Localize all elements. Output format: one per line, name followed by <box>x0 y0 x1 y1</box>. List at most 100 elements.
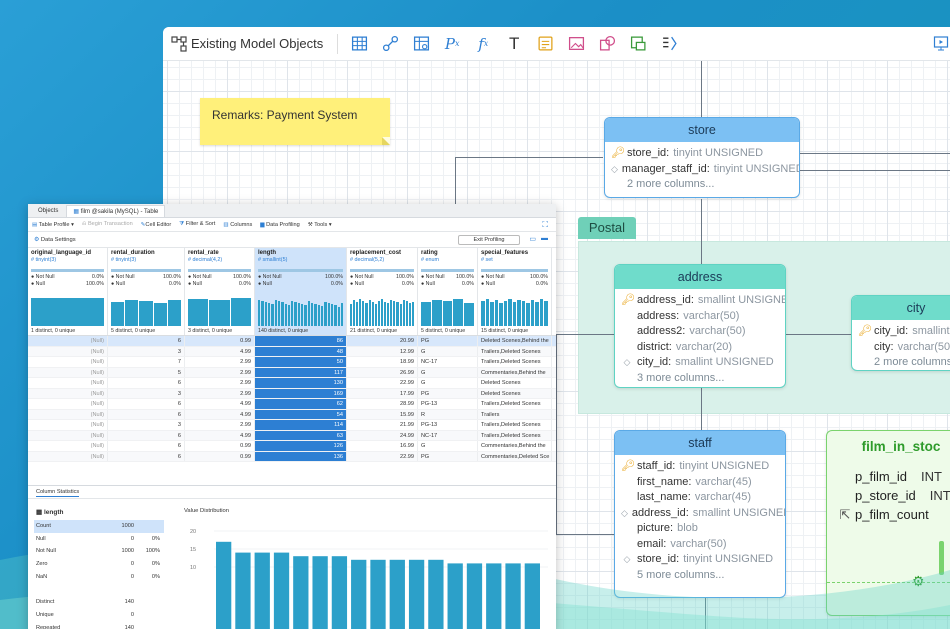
stat-row[interactable]: Distinct 140 <box>34 596 164 609</box>
table-cell[interactable]: 4.99 <box>185 409 255 419</box>
table-row[interactable]: (Null) 6 4.99 63 24.99 NC-17 Trailers,Deleted … <box>28 430 556 441</box>
table-cell[interactable]: 2.99 <box>185 378 255 388</box>
table-row[interactable]: (Null) 5 2.99 117 26.99 G Commentaries,Behind … <box>28 367 556 378</box>
tab-objects[interactable]: Objects <box>32 205 64 217</box>
group-label-postal[interactable]: Postal <box>578 217 636 239</box>
table-cell[interactable]: 0.99 <box>185 336 255 346</box>
table-row[interactable]: (Null) 6 2.99 130 22.99 G Deleted Scenes <box>28 378 556 389</box>
view-icon[interactable] <box>412 35 430 53</box>
table-cell[interactable]: 3 <box>108 420 185 430</box>
table-cell[interactable]: 117 <box>255 367 347 377</box>
entity-field[interactable]: district: varchar(20) <box>621 340 779 356</box>
entity-field[interactable]: email: varchar(50) <box>621 537 779 553</box>
expand-icon[interactable]: ⛶ <box>542 220 548 230</box>
stat-row[interactable]: Null 0 0% <box>34 533 164 546</box>
table-cell[interactable]: 50 <box>255 357 347 367</box>
entity-field[interactable]: ◇ address_id: smallint UNSIGNED <box>621 506 785 522</box>
table-cell[interactable]: 6 <box>108 430 185 440</box>
entity-staff[interactable]: staff 🔑︎ staff_id: tinyint UNSIGNED first_n… <box>614 430 786 598</box>
table-cell[interactable]: 24.99 <box>347 430 418 440</box>
column-profile-replacement-cost[interactable]: replacement_cost # decimal(5,2) ● Not Null… <box>347 248 418 335</box>
entity-field[interactable]: first_name: varchar(45) <box>621 475 779 491</box>
table-cell[interactable]: 28.99 <box>347 399 418 409</box>
table-cell[interactable]: (Null) <box>28 336 108 346</box>
table-row[interactable]: (Null) 3 2.99 169 17.99 PG Deleted Scenes <box>28 388 556 399</box>
note-icon[interactable] <box>536 35 554 53</box>
table-cell[interactable]: (Null) <box>28 451 108 461</box>
entity-field[interactable]: ◇ manager_staff_id: tinyint UNSIGNED <box>611 162 799 178</box>
table-cell[interactable]: 0.99 <box>185 441 255 451</box>
table-cell[interactable]: 4.99 <box>185 346 255 356</box>
table-window[interactable]: Objects ▦ film @sakila (MySQL) - Table ▤… <box>28 204 556 629</box>
table-cell[interactable]: (Null) <box>28 357 108 367</box>
column-profile-rental-rate[interactable]: rental_rate # decimal(4,2) ● Not Null 100.0… <box>185 248 255 335</box>
table-row[interactable]: (Null) 3 4.99 48 12.99 G Trailers,Deleted Scen… <box>28 346 556 357</box>
entity-field[interactable]: address2: varchar(50) <box>621 324 779 340</box>
entity-film-in-stock[interactable]: film_in_stoc p_film_id INT p_store_id INT ⇱ p… <box>826 430 950 616</box>
table-cell[interactable]: G <box>418 346 478 356</box>
table-cell[interactable]: 0.99 <box>185 451 255 461</box>
table-cell[interactable]: 126 <box>255 441 347 451</box>
begin-transaction-button[interactable]: ⎌ Begin Transaction <box>82 221 133 228</box>
table-cell[interactable]: 15.99 <box>347 409 418 419</box>
table-cell[interactable]: 136 <box>255 451 347 461</box>
entity-field[interactable]: last_name: varchar(45) <box>621 490 779 506</box>
filter-sort-button[interactable]: ⧩ Filter & Sort <box>179 221 215 228</box>
exit-profiling-button[interactable]: Exit Profiling <box>458 235 520 245</box>
stat-row[interactable]: Count 1000 <box>34 520 164 533</box>
table-row[interactable]: (Null) 7 2.99 50 18.99 NC-17 Trailers,Deleted … <box>28 357 556 368</box>
table-cell[interactable]: 2.99 <box>185 420 255 430</box>
tab-film-table[interactable]: ▦ film @sakila (MySQL) - Table <box>66 205 166 217</box>
table-cell[interactable]: 3 <box>108 388 185 398</box>
stat-row[interactable]: NaN 0 0% <box>34 571 164 584</box>
table-row[interactable]: (Null) 6 4.99 62 28.99 PG-13 Trailers,Deleted … <box>28 399 556 410</box>
table-row[interactable]: (Null) 6 0.99 136 22.99 PG Commentaries,Delete… <box>28 451 556 462</box>
table-cell[interactable]: 2.99 <box>185 357 255 367</box>
data-profiling-button[interactable]: ▆ Data Profiling <box>260 222 299 228</box>
table-cell[interactable]: PG-13 <box>418 399 478 409</box>
table-cell[interactable]: NC-17 <box>418 430 478 440</box>
table-cell[interactable]: PG-13 <box>418 420 478 430</box>
table-cell[interactable]: Trailers <box>478 409 552 419</box>
table-cell[interactable]: 26.99 <box>347 367 418 377</box>
tools-button[interactable]: ⚒ Tools ▾ <box>308 222 332 228</box>
table-cell[interactable]: (Null) <box>28 420 108 430</box>
entity-field[interactable]: ⇱ p_film_count <box>839 505 950 524</box>
table-cell[interactable]: Commentaries,Deleted Sce <box>478 451 552 461</box>
table-cell[interactable]: 130 <box>255 378 347 388</box>
table-cell[interactable]: 48 <box>255 346 347 356</box>
table-cell[interactable]: 6 <box>108 336 185 346</box>
stat-row[interactable]: Unique 0 <box>34 609 164 622</box>
shape-icon[interactable] <box>598 35 616 53</box>
table-cell[interactable]: Trailers,Deleted Scenes <box>478 399 552 409</box>
table-cell[interactable]: 20.99 <box>347 336 418 346</box>
entity-field[interactable]: ◇ city_id: smallint UNSIGNED <box>621 355 779 371</box>
table-row[interactable]: (Null) 6 4.99 54 15.99 R Trailers <box>28 409 556 420</box>
stat-row[interactable]: Not Null 1000 100% <box>34 545 164 558</box>
table-cell[interactable]: 6 <box>108 451 185 461</box>
table-cell[interactable]: Trailers,Deleted Scenes <box>478 357 552 367</box>
scroll-indicator[interactable] <box>939 541 944 575</box>
table-icon[interactable] <box>350 35 368 53</box>
table-cell[interactable]: PG <box>418 451 478 461</box>
table-cell[interactable]: 4.99 <box>185 399 255 409</box>
columns-button[interactable]: ▥ Columns <box>223 222 252 228</box>
table-cell[interactable]: 2.99 <box>185 367 255 377</box>
entity-field[interactable]: p_film_id INT <box>839 467 950 486</box>
entity-address[interactable]: address 🔑︎address_id:smallint UNSIGNEDad… <box>614 264 786 388</box>
layer-icon[interactable] <box>629 35 647 53</box>
table-cell[interactable]: (Null) <box>28 399 108 409</box>
table-cell[interactable]: Commentaries,Behind the <box>478 441 552 451</box>
layout-icon[interactable]: ▭ <box>529 235 536 243</box>
table-cell[interactable]: 3 <box>108 346 185 356</box>
table-cell[interactable]: 5 <box>108 367 185 377</box>
table-cell[interactable]: NC-17 <box>418 357 478 367</box>
table-cell[interactable]: 6 <box>108 399 185 409</box>
table-cell[interactable]: (Null) <box>28 441 108 451</box>
table-cell[interactable]: Deleted Scenes,Behind the <box>478 336 552 346</box>
column-profile-rating[interactable]: rating # enum ● Not Null 100.0% ● Null 0.0% 5 … <box>418 248 478 335</box>
image-icon[interactable] <box>567 35 585 53</box>
table-cell[interactable]: G <box>418 441 478 451</box>
table-cell[interactable]: PG <box>418 336 478 346</box>
entity-field[interactable]: 🔑︎ staff_id: tinyint UNSIGNED <box>621 459 779 475</box>
